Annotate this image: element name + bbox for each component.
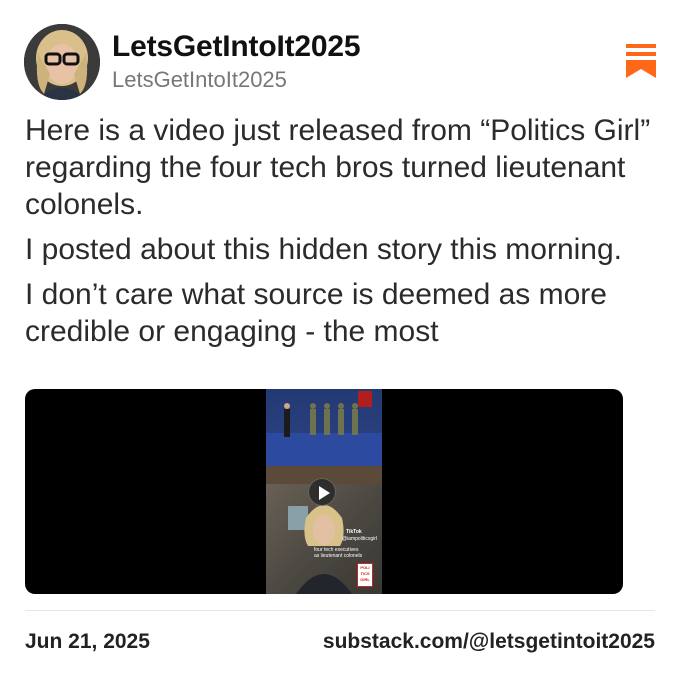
avatar[interactable] [24, 24, 100, 100]
video-caption: four tech executives as lieutenant colon… [314, 547, 363, 559]
tiktok-handle: @iampoliticsgirl [342, 536, 378, 542]
post-paragraph: I posted about this hidden story this mo… [25, 233, 623, 266]
profile-url-link[interactable]: substack.com/@letsgetintoit2025 [323, 630, 655, 654]
post-paragraph: I don’t care what source is deemed as mo… [25, 278, 607, 348]
author-name[interactable]: LetsGetIntoIt2025 [112, 30, 361, 64]
politics-girl-badge: POLI TICS GIRL [357, 563, 373, 587]
divider [25, 610, 655, 611]
play-button[interactable] [308, 478, 336, 506]
tiktok-label: TikTok [346, 529, 362, 535]
video-thumbnail-top-scene [266, 389, 382, 466]
post-body: Here is a video just released from “Poli… [25, 112, 655, 374]
post-date: Jun 21, 2025 [25, 630, 150, 653]
substack-note-card: LetsGetIntoIt2025 LetsGetIntoIt2025 Here… [0, 0, 680, 680]
video-embed[interactable]: TikTok @iampoliticsgirl four tech execut… [25, 389, 623, 594]
substack-logo-icon[interactable] [626, 44, 656, 78]
avatar-image [24, 24, 100, 100]
post-paragraph: Here is a video just released from “Poli… [25, 114, 651, 221]
author-handle[interactable]: LetsGetIntoIt2025 [112, 67, 287, 93]
